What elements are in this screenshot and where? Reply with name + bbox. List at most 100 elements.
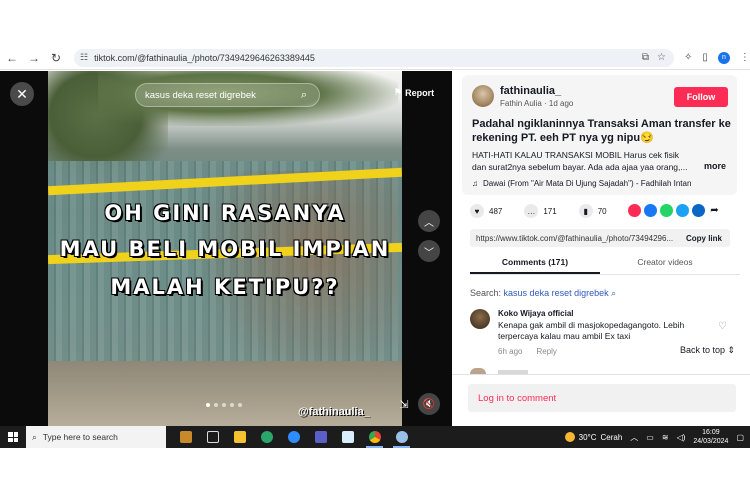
music-info[interactable]: ♫ Dawai (From "Air Mata Di Ujung Sajadah… — [472, 179, 691, 188]
linkedin-icon[interactable] — [692, 204, 705, 217]
back-to-top-label: Back to top — [680, 345, 726, 355]
carousel-dot[interactable] — [214, 403, 218, 407]
notes-app-icon[interactable] — [334, 426, 361, 448]
post-details-panel: fathinaulia_ Fathin Aulia · 1d ago Follo… — [452, 71, 750, 426]
author-subline: Fathin Aulia · 1d ago — [500, 99, 574, 108]
url-text: tiktok.com/@fathinaulia_/photo/734942964… — [94, 52, 315, 63]
whatsapp-icon[interactable] — [660, 204, 673, 217]
address-bar[interactable]: ☷ tiktok.com/@fathinaulia_/photo/7349429… — [74, 48, 674, 67]
start-button[interactable] — [0, 426, 26, 448]
taskbar-search[interactable]: ⌕ Type here to search — [26, 426, 166, 448]
tab-comments[interactable]: Comments (171) — [470, 257, 600, 274]
commenter-name[interactable]: Koko Wijaya official — [498, 309, 574, 318]
reload-icon[interactable]: ↻ — [46, 48, 66, 68]
forward-arrow-icon[interactable]: → — [24, 48, 44, 68]
comment-count: 171 — [543, 206, 557, 216]
profile-avatar[interactable]: n — [717, 51, 730, 64]
zoom-app-icon[interactable] — [280, 426, 307, 448]
weather-widget[interactable]: 30°C Cerah — [564, 432, 623, 442]
temperature: 30°C — [578, 432, 597, 442]
next-post-button[interactable]: ﹀ — [418, 240, 440, 262]
post-info-card: fathinaulia_ Fathin Aulia · 1d ago Follo… — [462, 75, 737, 195]
briefcase-app-icon[interactable] — [172, 426, 199, 448]
video-search-text: kasus deka reset digrebek — [145, 89, 256, 101]
close-icon: ✕ — [16, 85, 28, 102]
search-icon: ⌕ — [32, 431, 37, 442]
system-tray: 30°C Cerah ︿ ▭ ≋ ◁) 16:09 24/03/2024 ▢ — [564, 426, 744, 448]
comment-time: 6h ago — [498, 347, 523, 356]
share-buttons: ➦ — [628, 204, 721, 217]
search-prefix: Search: — [470, 288, 502, 298]
speaker-muted-icon: 🔇 — [422, 398, 436, 410]
commenter-avatar[interactable] — [470, 309, 490, 329]
sidepanel-icon[interactable]: ▯ — [702, 52, 708, 63]
post-link-text: https://www.tiktok.com/@fathinaulia_/pho… — [476, 233, 674, 243]
notification-icon[interactable]: ▢ — [736, 433, 744, 442]
browser-toolbar: ← → ↻ ☷ tiktok.com/@fathinaulia_/photo/7… — [0, 46, 750, 70]
carousel-dot[interactable] — [230, 403, 234, 407]
chrome-browser-icon[interactable] — [361, 426, 388, 448]
carousel-indicator — [206, 403, 242, 407]
video-search-input[interactable]: kasus deka reset digrebek ⌕ — [135, 83, 320, 107]
file-explorer-icon[interactable] — [226, 426, 253, 448]
search-icon[interactable]: ⌕ — [301, 89, 307, 102]
taskbar-search-placeholder: Type here to search — [42, 432, 118, 442]
clock-date: 24/03/2024 — [693, 438, 729, 445]
volume-icon[interactable]: ◁) — [677, 433, 686, 442]
screen: ← → ↻ ☷ tiktok.com/@fathinaulia_/photo/7… — [0, 0, 750, 500]
close-button[interactable]: ✕ — [10, 82, 34, 106]
clock[interactable]: 16:09 24/03/2024 — [693, 428, 728, 446]
music-note-icon: ♫ — [472, 179, 478, 188]
send-icon[interactable] — [628, 204, 641, 217]
pinned-apps — [172, 426, 415, 448]
edge-browser-icon[interactable] — [253, 426, 280, 448]
author-avatar[interactable] — [472, 85, 494, 107]
carousel-dot[interactable] — [222, 403, 226, 407]
picture-in-picture-button[interactable]: ⇲ — [393, 393, 415, 415]
site-settings-icon[interactable]: ☷ — [80, 52, 88, 63]
watermark: @fathinaulia_ — [298, 406, 370, 418]
bookmark-star-icon[interactable]: ☆ — [657, 52, 666, 63]
task-view-icon[interactable] — [199, 426, 226, 448]
up-down-arrow-icon: ⇕ — [727, 345, 736, 355]
report-button[interactable]: ⚑ Report — [394, 87, 434, 98]
carousel-dot[interactable] — [238, 403, 242, 407]
reply-link[interactable]: Reply — [536, 347, 556, 356]
teams-app-icon[interactable] — [307, 426, 334, 448]
search-keyword-link[interactable]: kasus deka reset digrebek — [504, 288, 609, 298]
back-to-top-button[interactable]: Back to top ⇕ — [678, 344, 738, 357]
tab-creator-videos[interactable]: Creator videos — [600, 257, 730, 274]
install-app-icon[interactable]: ⧉ — [642, 52, 649, 63]
divider — [452, 374, 750, 375]
weather-condition: Cerah — [600, 432, 623, 442]
back-arrow-icon[interactable]: ← — [2, 48, 22, 68]
twitter-icon[interactable] — [676, 204, 689, 217]
chevron-down-icon: ﹀ — [424, 247, 434, 259]
comment-icon[interactable]: … — [524, 204, 539, 218]
battery-icon[interactable]: ▭ — [646, 433, 654, 442]
previous-post-button[interactable]: ︿ — [418, 210, 440, 232]
wifi-icon[interactable]: ≋ — [662, 433, 669, 442]
windows-logo-icon — [8, 432, 18, 442]
more-link[interactable]: more — [704, 161, 726, 171]
snipping-tool-icon[interactable] — [388, 426, 415, 448]
login-to-comment-button[interactable]: Log in to comment — [468, 384, 736, 412]
heart-icon[interactable]: ♥ — [470, 204, 484, 218]
menu-icon[interactable]: ⋮ — [740, 52, 750, 63]
follow-button[interactable]: Follow — [674, 87, 728, 107]
comment-like-heart-icon[interactable]: ♡ — [718, 321, 727, 332]
bookmark-icon[interactable]: ▮ — [578, 204, 593, 218]
post-caption: Padahal ngiklaninnya Transaksi Aman tran… — [472, 118, 731, 144]
facebook-icon[interactable] — [644, 204, 657, 217]
clock-time: 16:09 — [702, 429, 720, 436]
mute-button[interactable]: 🔇 — [418, 393, 440, 415]
carousel-dot[interactable] — [206, 403, 210, 407]
author-username[interactable]: fathinaulia_ — [500, 85, 561, 97]
sun-icon — [564, 432, 575, 442]
chevron-up-icon[interactable]: ︿ — [630, 432, 638, 443]
extensions-icon[interactable]: ✧ — [684, 52, 692, 63]
chevron-up-icon: ︿ — [424, 217, 434, 229]
copy-link-button[interactable]: Copy link — [686, 234, 722, 243]
comment-search-suggestion: Search: kasus deka reset digrebek ⌕ — [470, 288, 616, 299]
share-arrow-icon[interactable]: ➦ — [708, 204, 721, 217]
